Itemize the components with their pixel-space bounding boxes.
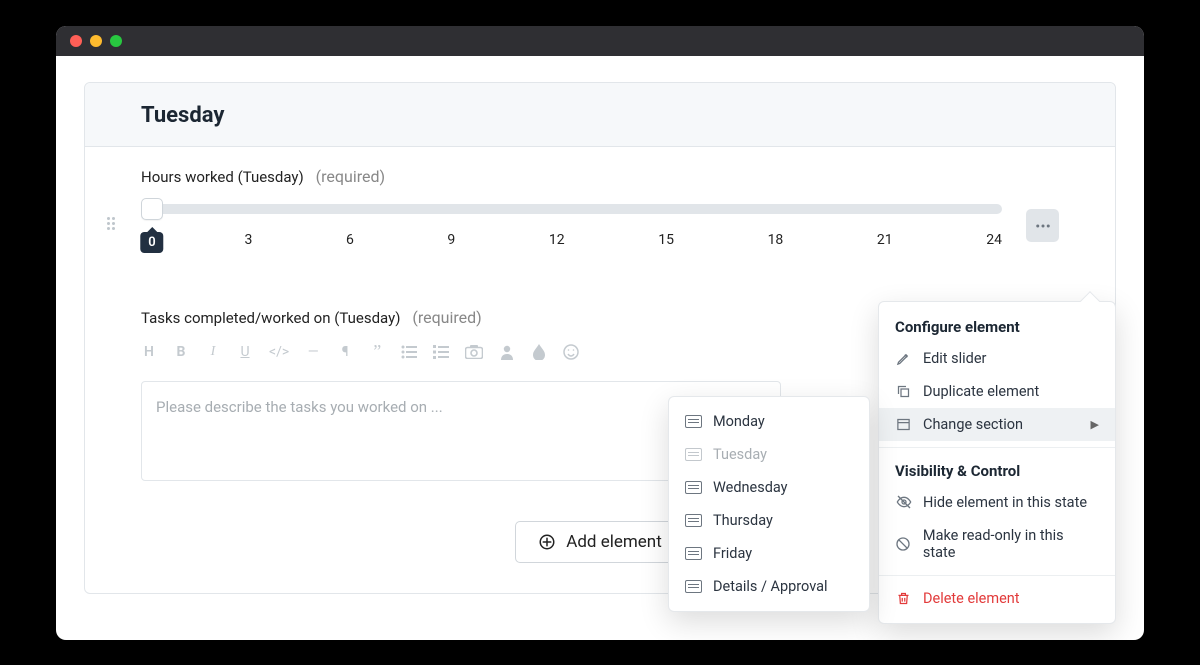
slider-handle[interactable] — [141, 198, 163, 220]
section-icon — [685, 415, 702, 428]
element-options-button[interactable] — [1026, 209, 1059, 242]
tasks-label: Tasks completed/worked on (Tuesday) — [141, 309, 400, 327]
copy-icon — [895, 384, 912, 399]
section-option[interactable]: Friday — [669, 537, 869, 570]
bold-icon[interactable]: B — [173, 343, 189, 361]
section-icon — [685, 580, 702, 593]
hide-element-item[interactable]: Hide element in this state — [879, 486, 1115, 519]
slider-tick: 18 — [768, 232, 784, 248]
add-element-button[interactable]: Add element — [515, 521, 685, 563]
section-option-label: Thursday — [713, 512, 773, 529]
add-element-label: Add element — [566, 532, 662, 552]
section-title: Tuesday — [85, 83, 1115, 147]
trash-icon — [895, 591, 912, 606]
plus-circle-icon — [538, 533, 556, 551]
section-icon — [685, 514, 702, 527]
menu-item-label: Make read-only in this state — [923, 527, 1099, 561]
slider-tick: 3 — [244, 232, 252, 248]
slider-tick: 21 — [877, 232, 893, 248]
menu-item-label: Delete element — [923, 590, 1020, 607]
section-icon — [685, 481, 702, 494]
prohibit-icon — [895, 536, 912, 552]
pencil-icon — [895, 351, 912, 366]
section-option-label: Monday — [713, 413, 765, 430]
menu-heading: Configure element — [879, 310, 1115, 342]
content-area: Tuesday Hours worked (Tuesday) (required… — [56, 56, 1144, 614]
section-icon — [895, 417, 912, 432]
section-icon — [685, 547, 702, 560]
window-titlebar — [56, 26, 1144, 56]
slider-tick: 24 — [986, 232, 1002, 248]
underline-icon[interactable]: U — [237, 343, 253, 361]
eye-off-icon — [895, 494, 912, 510]
bullet-list-icon[interactable] — [401, 343, 417, 361]
paragraph-icon[interactable]: ¶ — [337, 343, 353, 361]
menu-heading: Visibility & Control — [879, 454, 1115, 486]
code-icon[interactable]: </> — [269, 343, 289, 361]
section-option-label: Details / Approval — [713, 578, 828, 595]
emoji-icon[interactable] — [563, 343, 579, 361]
window-zoom-dot[interactable] — [110, 35, 122, 47]
section-option[interactable]: Monday — [669, 405, 869, 438]
edit-slider-item[interactable]: Edit slider — [879, 342, 1115, 375]
window-close-dot[interactable] — [70, 35, 82, 47]
slider-value-badge: 0 — [140, 232, 163, 253]
change-section-submenu: Monday Tuesday Wednesday Thursday Friday… — [668, 396, 870, 612]
section-option[interactable]: Details / Approval — [669, 570, 869, 603]
italic-icon[interactable]: I — [205, 343, 221, 361]
drag-handle-icon[interactable] — [107, 217, 119, 235]
section-option-label: Friday — [713, 545, 752, 562]
hours-worked-label: Hours worked (Tuesday) — [141, 168, 304, 186]
menu-item-label: Hide element in this state — [923, 494, 1087, 511]
readonly-item[interactable]: Make read-only in this state — [879, 519, 1115, 569]
slider-tick: 15 — [658, 232, 674, 248]
drop-icon[interactable] — [531, 343, 547, 361]
slider-tick: 6 — [346, 232, 354, 248]
window-minimize-dot[interactable] — [90, 35, 102, 47]
mention-icon[interactable] — [499, 343, 515, 361]
heading-icon[interactable]: H — [141, 343, 157, 361]
section-option-label: Tuesday — [713, 446, 767, 463]
delete-element-item[interactable]: Delete element — [879, 582, 1115, 615]
hours-slider[interactable]: 0 0 3 6 9 12 15 18 21 24 — [143, 204, 1002, 248]
section-icon — [685, 448, 702, 461]
menu-item-label: Change section — [923, 416, 1023, 433]
slider-tick: 12 — [549, 232, 565, 248]
camera-icon[interactable] — [465, 343, 483, 361]
menu-item-label: Edit slider — [923, 350, 986, 367]
change-section-item[interactable]: Change section ▶ — [879, 408, 1115, 441]
required-indicator: (required) — [412, 308, 481, 327]
required-indicator: (required) — [316, 167, 385, 186]
section-option-label: Wednesday — [713, 479, 788, 496]
app-window: Tuesday Hours worked (Tuesday) (required… — [56, 26, 1144, 640]
numbered-list-icon[interactable] — [433, 343, 449, 361]
section-option[interactable]: Thursday — [669, 504, 869, 537]
menu-item-label: Duplicate element — [923, 383, 1039, 400]
slider-tick: 9 — [447, 232, 455, 248]
section-option[interactable]: Wednesday — [669, 471, 869, 504]
ellipsis-icon — [1034, 217, 1052, 235]
quote-icon[interactable]: ” — [369, 343, 385, 361]
slider-ticks: 0 3 6 9 12 15 18 21 24 — [143, 232, 1002, 248]
configure-element-menu: Configure element Edit slider Duplicate … — [878, 301, 1116, 624]
chevron-right-icon: ▶ — [1091, 418, 1099, 431]
divider-icon[interactable]: — — [305, 343, 321, 361]
section-option-current: Tuesday — [669, 438, 869, 471]
hours-worked-field: Hours worked (Tuesday) (required) 0 — [141, 167, 1059, 248]
slider-track[interactable] — [143, 204, 1002, 214]
duplicate-element-item[interactable]: Duplicate element — [879, 375, 1115, 408]
